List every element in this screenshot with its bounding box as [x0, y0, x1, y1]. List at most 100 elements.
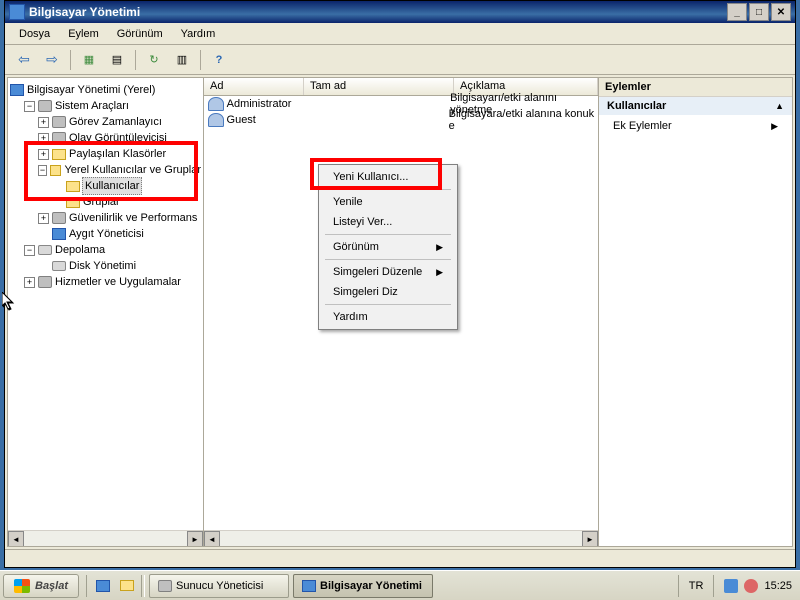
taskbar: Başlat Sunucu Yöneticisi Bilgisayar Yöne… [0, 570, 800, 600]
titlebar[interactable]: Bilgisayar Yönetimi _ □ ✕ [5, 1, 795, 23]
tree-local-users-groups[interactable]: − Yerel Kullanıcılar ve Gruplar [10, 162, 201, 178]
toolbar: ⇦ ⇨ ▦ ▤ ↻ ▥ ? [5, 45, 795, 75]
taskbar-task-computer-mgmt[interactable]: Bilgisayar Yönetimi [293, 574, 433, 598]
tree-label: Olay Görüntüleyicisi [69, 130, 167, 146]
tree-label: Aygıt Yöneticisi [69, 226, 144, 242]
actions-title: Eylemler [599, 78, 792, 97]
list-body: Administrator Bilgisayarı/etki alanını y… [204, 96, 598, 128]
tree-label-selected: Kullanıcılar [82, 177, 142, 195]
tools-icon [38, 100, 52, 112]
scroll-right-button[interactable]: ► [187, 531, 203, 546]
actions-group[interactable]: Kullanıcılar ▲ [599, 97, 792, 115]
tool-export[interactable]: ▥ [169, 48, 195, 72]
folder-icon [52, 149, 66, 160]
scroll-left-button[interactable]: ◄ [204, 531, 220, 546]
tree-services-apps[interactable]: + Hizmetler ve Uygulamalar [10, 274, 201, 290]
collapse-icon[interactable]: − [38, 165, 47, 176]
tool-refresh[interactable]: ↻ [141, 48, 167, 72]
back-arrow-icon: ⇦ [18, 51, 30, 68]
cell-name: Administrator [227, 98, 305, 110]
expand-icon[interactable]: + [38, 133, 49, 144]
tree-label: Paylaşılan Klasörler [69, 146, 166, 162]
ctx-view[interactable]: Görünüm ▶ [321, 237, 455, 257]
start-button[interactable]: Başlat [3, 574, 79, 598]
minimize-button[interactable]: _ [727, 3, 747, 21]
list-scrollbar[interactable]: ◄ ► [204, 530, 598, 546]
col-full-name[interactable]: Tam ad [304, 78, 454, 95]
tool-properties[interactable]: ▤ [104, 48, 130, 72]
tree-shared-folders[interactable]: + Paylaşılan Klasörler [10, 146, 201, 162]
tree-users[interactable]: Kullanıcılar [10, 178, 201, 194]
tray-separator [713, 575, 714, 597]
tray-clock[interactable]: 15:25 [764, 580, 792, 592]
tool-add[interactable]: ▦ [76, 48, 102, 72]
tray-network-icon[interactable] [724, 579, 738, 593]
cell-desc: Bilgisayara/etki alanına konuk e [449, 108, 598, 132]
tree-reliability-perf[interactable]: + Güvenilirlik ve Performans [10, 210, 201, 226]
tree-task-scheduler[interactable]: + Görev Zamanlayıcı [10, 114, 201, 130]
tray-security-icon[interactable] [744, 579, 758, 593]
ctx-help[interactable]: Yardım [321, 307, 455, 327]
folder-icon [66, 181, 80, 192]
ctx-refresh[interactable]: Yenile [321, 192, 455, 212]
expand-icon[interactable]: + [38, 213, 49, 224]
tool-help[interactable]: ? [206, 48, 232, 72]
quicklaunch-explorer[interactable] [117, 576, 137, 596]
user-icon [208, 97, 224, 111]
expand-icon[interactable]: + [38, 149, 49, 160]
tree-device-manager[interactable]: Aygıt Yöneticisi [10, 226, 201, 242]
tree-disk-management[interactable]: Disk Yönetimi [10, 258, 201, 274]
titlebar-left: Bilgisayar Yönetimi [9, 4, 140, 20]
ctx-export-list[interactable]: Listeyi Ver... [321, 212, 455, 232]
back-button[interactable]: ⇦ [11, 48, 37, 72]
ctx-line-up-icons[interactable]: Simgeleri Diz [321, 282, 455, 302]
taskbar-task-server-manager[interactable]: Sunucu Yöneticisi [149, 574, 289, 598]
tree-system-tools[interactable]: − Sistem Araçları [10, 98, 201, 114]
menu-view[interactable]: Görünüm [109, 26, 171, 42]
chevron-right-icon: ▶ [436, 242, 443, 253]
actions-more[interactable]: Ek Eylemler ▶ [599, 115, 792, 137]
storage-icon [38, 245, 52, 255]
menu-action[interactable]: Eylem [60, 26, 107, 42]
menu-help[interactable]: Yardım [173, 26, 224, 42]
properties-icon: ▤ [112, 53, 122, 66]
actions-group-label: Kullanıcılar [607, 100, 666, 112]
actions-more-label: Ek Eylemler [613, 120, 672, 132]
tray-language[interactable]: TR [689, 580, 704, 592]
export-icon: ▥ [177, 53, 187, 66]
tree-storage[interactable]: − Depolama [10, 242, 201, 258]
collapse-icon[interactable]: − [24, 245, 35, 256]
scroll-track[interactable] [220, 531, 582, 546]
help-icon: ? [216, 54, 223, 66]
col-name[interactable]: Ad [204, 78, 304, 95]
tree-groups[interactable]: Gruplar [10, 194, 201, 210]
ctx-new-user[interactable]: Yeni Kullanıcı... [321, 167, 455, 187]
forward-button[interactable]: ⇨ [39, 48, 65, 72]
scroll-right-button[interactable]: ► [582, 531, 598, 546]
tree-scrollbar[interactable]: ◄ ► [8, 530, 203, 546]
start-label: Başlat [35, 580, 68, 592]
expand-icon[interactable]: + [38, 117, 49, 128]
close-button[interactable]: ✕ [771, 3, 791, 21]
taskbar-separator [141, 575, 145, 597]
quicklaunch-desktop[interactable] [93, 576, 113, 596]
tree-root[interactable]: Bilgisayar Yönetimi (Yerel) [10, 82, 201, 98]
expand-icon[interactable]: + [24, 277, 35, 288]
scroll-track[interactable] [24, 531, 187, 546]
tree-pane: Bilgisayar Yönetimi (Yerel) − Sistem Ara… [8, 78, 204, 546]
scroll-left-button[interactable]: ◄ [8, 531, 24, 546]
ctx-arrange-icons[interactable]: Simgeleri Düzenle ▶ [321, 262, 455, 282]
tree-event-viewer[interactable]: + Olay Görüntüleyicisi [10, 130, 201, 146]
collapse-icon[interactable]: − [24, 101, 35, 112]
app-icon [9, 4, 25, 20]
menu-file[interactable]: Dosya [11, 26, 58, 42]
task-label: Bilgisayar Yönetimi [320, 580, 422, 592]
list-row[interactable]: Guest Bilgisayara/etki alanına konuk e [204, 112, 598, 128]
maximize-button[interactable]: □ [749, 3, 769, 21]
window-controls: _ □ ✕ [727, 3, 791, 21]
toolbar-separator [135, 50, 136, 70]
tree-label: Yerel Kullanıcılar ve Gruplar [64, 162, 201, 178]
ctx-arrange-label: Simgeleri Düzenle [333, 266, 422, 278]
menubar: Dosya Eylem Görünüm Yardım [5, 23, 795, 45]
tree: Bilgisayar Yönetimi (Yerel) − Sistem Ara… [8, 78, 203, 294]
